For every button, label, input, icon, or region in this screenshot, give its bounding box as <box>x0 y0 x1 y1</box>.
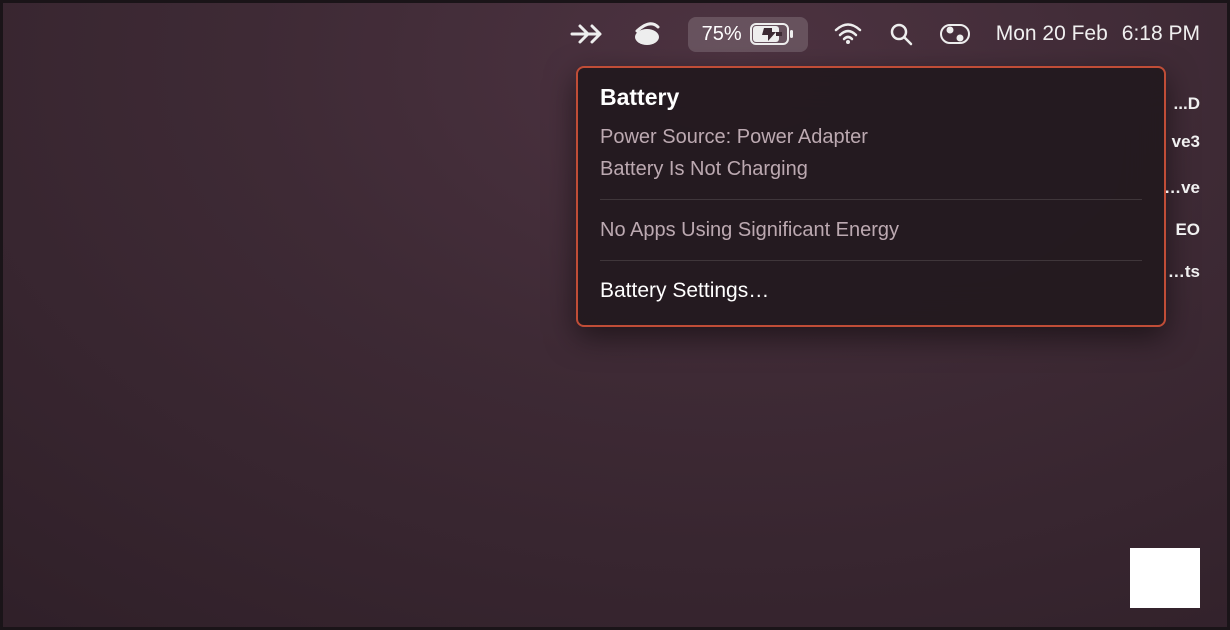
battery-charging-icon <box>750 23 794 45</box>
battery-dropdown: Battery Power Source: Power Adapter Batt… <box>576 66 1166 327</box>
battery-dropdown-title: Battery <box>600 84 1142 111</box>
desktop-icon-label[interactable]: ve3 <box>1172 132 1200 152</box>
battery-settings-button[interactable]: Battery Settings… <box>600 275 1142 307</box>
desktop-icon-label[interactable]: EO <box>1175 220 1200 240</box>
desktop-icon-label[interactable]: …ts <box>1168 262 1200 282</box>
battery-menu-item[interactable]: 75% <box>688 17 808 52</box>
siri-icon[interactable] <box>632 14 662 54</box>
desktop-icon-label[interactable]: ...D <box>1174 94 1200 114</box>
divider <box>600 199 1142 200</box>
watermark-square <box>1130 548 1200 608</box>
menubar-date: Mon 20 Feb <box>996 22 1108 46</box>
wifi-icon[interactable] <box>834 14 862 54</box>
search-icon[interactable] <box>888 14 914 54</box>
apps-energy-line: No Apps Using Significant Energy <box>600 214 1142 246</box>
control-center-icon[interactable] <box>940 14 970 54</box>
datetime-menu-item[interactable]: Mon 20 Feb 6:18 PM <box>996 22 1200 46</box>
power-source-line: Power Source: Power Adapter <box>600 121 1142 153</box>
arrows-icon[interactable] <box>570 14 606 54</box>
menubar: 75% Mon 20 Feb 6:18 PM <box>570 14 1200 54</box>
desktop-icon-label[interactable]: …ve <box>1164 178 1200 198</box>
menubar-time: 6:18 PM <box>1122 22 1200 46</box>
divider <box>600 260 1142 261</box>
battery-percentage: 75% <box>702 23 742 46</box>
battery-status-line: Battery Is Not Charging <box>600 153 1142 185</box>
